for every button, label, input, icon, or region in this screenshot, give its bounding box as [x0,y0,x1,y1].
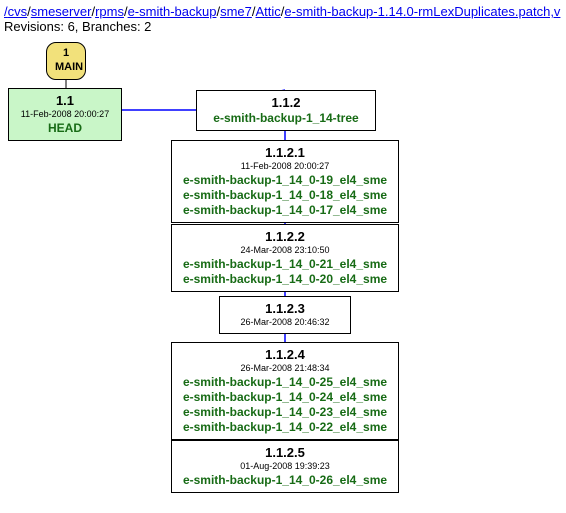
rev-tag: e-smith-backup-1_14_0-21_el4_sme [180,257,390,272]
rev-number: 1.1 [17,93,113,109]
rev-date: 26-Mar-2008 21:48:34 [180,363,390,374]
rev-tag: e-smith-backup-1_14_0-20_el4_sme [180,272,390,287]
path-seg[interactable]: sme7 [220,4,252,19]
revision-node[interactable]: 1.1.2.1 11-Feb-2008 20:00:27 e-smith-bac… [171,140,399,223]
path-seg[interactable]: cvs [8,4,28,19]
main-trunk-node[interactable]: 1 MAIN [46,42,86,80]
branch-rev: 1.1.2 [205,95,367,111]
revision-node[interactable]: 1.1.2.4 26-Mar-2008 21:48:34 e-smith-bac… [171,342,399,440]
rev-tag: e-smith-backup-1_14_0-22_el4_sme [180,420,390,435]
path-seg[interactable]: Attic [256,4,281,19]
revision-node[interactable]: 1.1.2.5 01-Aug-2008 19:39:23 e-smith-bac… [171,440,399,493]
main-label: MAIN [55,61,77,75]
rev-number: 1.1.2.5 [180,445,390,461]
head-revision-node[interactable]: 1.1 11-Feb-2008 20:00:27 HEAD [8,88,122,141]
rev-tag: e-smith-backup-1_14_0-25_el4_sme [180,375,390,390]
rev-tag: e-smith-backup-1_14_0-26_el4_sme [180,473,390,488]
branch-name: e-smith-backup-1_14-tree [205,111,367,126]
rev-tag: e-smith-backup-1_14_0-18_el4_sme [180,188,390,203]
rev-number: 1.1.2.2 [180,229,390,245]
branch-node[interactable]: 1.1.2 e-smith-backup-1_14-tree [196,90,376,131]
rev-date: 11-Feb-2008 20:00:27 [17,109,113,120]
rev-date: 24-Mar-2008 23:10:50 [180,245,390,256]
main-rev: 1 [55,47,77,61]
rev-number: 1.1.2.4 [180,347,390,363]
rev-number: 1.1.2.1 [180,145,390,161]
revision-node[interactable]: 1.1.2.3 26-Mar-2008 20:46:32 [219,296,351,334]
rev-tag: e-smith-backup-1_14_0-17_el4_sme [180,203,390,218]
path-seg[interactable]: rpms [95,4,124,19]
rev-tag: HEAD [17,121,113,136]
revision-node[interactable]: 1.1.2.2 24-Mar-2008 23:10:50 e-smith-bac… [171,224,399,292]
path-seg[interactable]: smeserver [31,4,92,19]
graph-canvas: 1 MAIN 1.1 11-Feb-2008 20:00:27 HEAD 1.1… [0,38,566,513]
rev-tag: e-smith-backup-1_14_0-19_el4_sme [180,173,390,188]
rev-date: 01-Aug-2008 19:39:23 [180,461,390,472]
path-seg[interactable]: e-smith-backup-1.14.0-rmLexDuplicates.pa… [284,4,560,19]
rev-number: 1.1.2.3 [228,301,342,317]
path-seg[interactable]: e-smith-backup [128,4,217,19]
stats-line: Revisions: 6, Branches: 2 [0,19,566,40]
rev-tag: e-smith-backup-1_14_0-24_el4_sme [180,390,390,405]
rev-date: 11-Feb-2008 20:00:27 [180,161,390,172]
rev-date: 26-Mar-2008 20:46:32 [228,317,342,328]
breadcrumb: /cvs/smeserver/rpms/e-smith-backup/sme7/… [0,0,566,19]
rev-tag: e-smith-backup-1_14_0-23_el4_sme [180,405,390,420]
